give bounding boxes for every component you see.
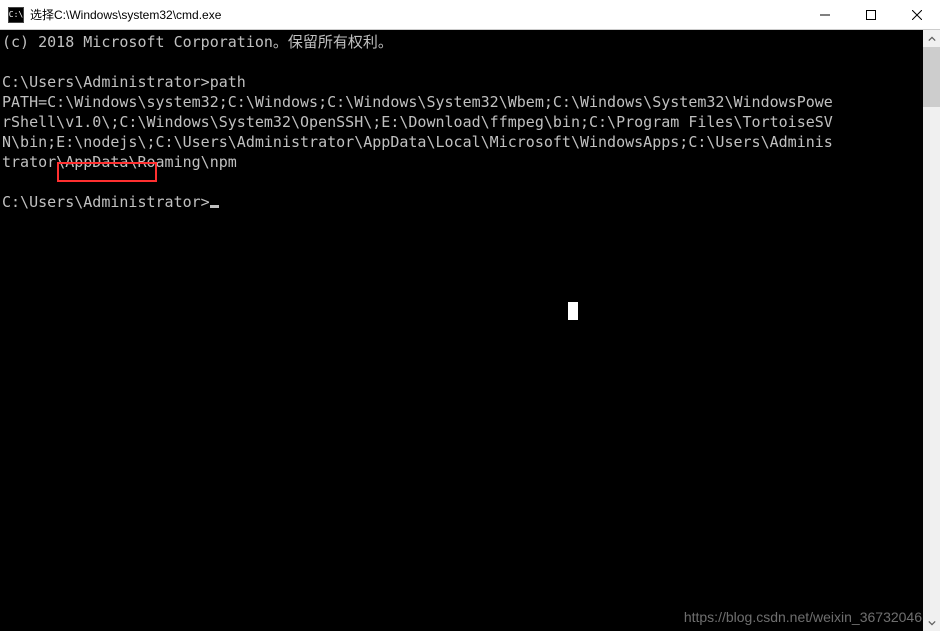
terminal-line: trator\AppData\Roaming\npm [2,153,237,171]
terminal-line: (c) 2018 Microsoft Corporation。保留所有权利。 [2,33,393,51]
terminal-prompt: C:\Users\Administrator> [2,193,210,211]
cmd-icon: C:\ [8,7,24,23]
minimize-button[interactable] [802,0,848,29]
window-controls [802,0,940,29]
terminal-line: rShell\v1.0\;C:\Windows\System32\OpenSSH… [2,113,833,131]
terminal-area[interactable]: (c) 2018 Microsoft Corporation。保留所有权利。 C… [0,30,940,631]
scroll-up-arrow-icon[interactable] [923,30,940,47]
terminal-line: C:\Users\Administrator>path [2,73,246,91]
titlebar[interactable]: C:\ 选择C:\Windows\system32\cmd.exe [0,0,940,30]
close-button[interactable] [894,0,940,29]
terminal-line: N\bin;E:\nodejs\;C:\Users\Administrator\… [2,133,833,151]
terminal-line: PATH=C:\Windows\system32;C:\Windows;C:\W… [2,93,833,111]
terminal-content[interactable]: (c) 2018 Microsoft Corporation。保留所有权利。 C… [0,30,923,212]
watermark-text: https://blog.csdn.net/weixin_36732046 [684,609,922,625]
window-title: 选择C:\Windows\system32\cmd.exe [30,6,802,23]
selection-cursor-icon [568,302,578,320]
vertical-scrollbar[interactable] [923,30,940,631]
text-cursor-icon [210,205,219,208]
maximize-button[interactable] [848,0,894,29]
scroll-down-arrow-icon[interactable] [923,614,940,631]
scrollbar-thumb[interactable] [923,47,940,107]
